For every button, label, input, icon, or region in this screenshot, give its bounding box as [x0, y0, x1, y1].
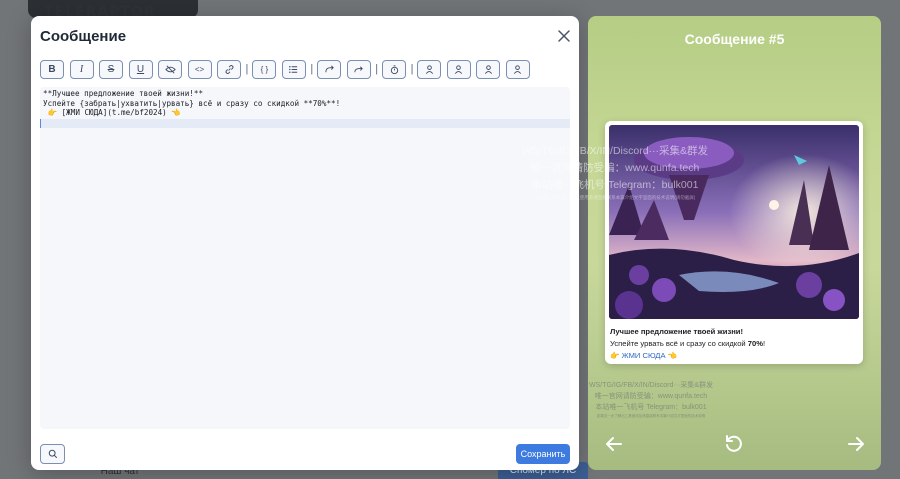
user-button-3[interactable] [476, 59, 501, 79]
search-button[interactable] [40, 444, 65, 464]
watermark-line: 本站唯一飞机号 Telegram：bulk001 [595, 404, 707, 411]
preview-link[interactable]: ЖМИ СЮДА [622, 351, 666, 360]
watermark-line: 如果这一步了解出工具使用及请直接联系本篇介绍文字里面的技术说明 [596, 414, 706, 418]
spoiler-button[interactable] [158, 59, 182, 79]
message-editor[interactable]: **Лучшее предложение твоей жизни!** Успе… [40, 87, 570, 429]
watermark-line: WS/TG/IG/FB/X/IN/Discord···采集&群发 [588, 382, 714, 389]
user-button-4[interactable] [505, 59, 530, 79]
user-icon [514, 64, 522, 74]
toolbar-divider: | [410, 63, 414, 75]
code-button[interactable]: <> [187, 59, 212, 79]
list-icon [289, 65, 298, 73]
toolbar-divider: | [375, 63, 379, 75]
link-button[interactable] [217, 59, 241, 79]
link-icon [224, 64, 234, 74]
watermark-line: 如果这一步了解出工具使用及请直接联系本篇介绍文字里面的技术说明(请勿截屏) [534, 195, 696, 200]
user-icon [484, 64, 493, 74]
refresh-icon[interactable] [724, 434, 744, 454]
redo-button[interactable] [317, 59, 342, 79]
italic-button[interactable]: I [69, 59, 94, 79]
watermark-small: WS/TG/IG/FB/X/IN/Discord···采集&群发 唯一官网请防受… [576, 380, 726, 419]
preview-title: Сообщение #5 [684, 31, 785, 47]
user-button-1[interactable] [417, 59, 442, 79]
user-button-2[interactable] [446, 59, 471, 79]
strike-button[interactable]: S [99, 59, 123, 79]
strikethrough-icon: S [107, 63, 115, 75]
search-icon [48, 449, 57, 459]
forward-button[interactable] [346, 59, 371, 79]
user-icon [425, 64, 434, 74]
arrow-left-icon[interactable] [604, 434, 624, 454]
user-icon [455, 64, 463, 74]
modal-title: Сообщение [40, 28, 127, 45]
pointing-right-icon: 👉 [610, 351, 622, 360]
close-icon[interactable] [557, 29, 571, 43]
watermark: WS/TG/IG/FB/X/IN/Discord···采集&群发 唯一官网请防受… [510, 143, 720, 202]
preview-text: Лучшее предложение твоей жизни! Успейте … [610, 326, 765, 362]
watermark-line: WS/TG/IG/FB/X/IN/Discord···采集&群发 [521, 145, 709, 157]
editor-line: **Лучшее предложение твоей жизни!** [43, 89, 204, 98]
italic-icon: I [79, 63, 84, 75]
save-button[interactable]: Сохранить [516, 444, 570, 464]
watermark-line: 唯一官网请防受骗：www.qunfa.tech [594, 393, 708, 400]
watermark-line: 本站唯一飞机号 Telegram：bulk001 [531, 179, 699, 191]
editor-line: 👉 [ЖМИ СЮДА](t.me/bf2024) 👈 [43, 108, 181, 117]
braces-icon: { } [260, 64, 269, 74]
editor-cursor-line [40, 118, 570, 128]
list-button[interactable] [281, 59, 306, 79]
forward-icon [354, 65, 364, 72]
preview-link-row: 👉 ЖМИ СЮДА 👈 [610, 350, 765, 362]
underline-button[interactable]: U [128, 59, 153, 79]
watermark-line: 唯一官网请防受骗：www.qunfa.tech [530, 162, 700, 174]
preview-body-end: ! [762, 339, 766, 348]
timer-button[interactable] [382, 59, 407, 79]
redo-icon [325, 65, 334, 72]
timer-icon [390, 64, 398, 74]
eye-off-icon [164, 65, 176, 73]
preview-body: Успейте урвать всё и сразу со скидкой 70… [610, 338, 765, 350]
arrow-right-icon[interactable] [846, 434, 866, 454]
underline-icon: U [136, 63, 145, 75]
toolbar-divider: | [310, 63, 314, 75]
message-modal: Сообщение B I S U <> | { } | | | **Лучше… [31, 16, 579, 470]
bold-icon: B [48, 63, 56, 75]
spintax-button[interactable]: { } [252, 59, 277, 79]
preview-body-text: Успейте урвать всё и сразу со скидкой [610, 339, 748, 348]
pointing-left-icon: 👈 [665, 351, 678, 360]
toolbar-divider: | [245, 63, 249, 75]
preview-discount: 70% [747, 339, 763, 348]
editor-line: Успейте {забрать|ухватить|урвать} всё и … [43, 98, 341, 108]
bold-button[interactable]: B [40, 59, 64, 79]
formatting-toolbar: B I S U <> | { } | | | [40, 59, 535, 79]
preview-headline: Лучшее предложение твоей жизни! [610, 327, 744, 336]
code-icon: <> [194, 64, 205, 74]
